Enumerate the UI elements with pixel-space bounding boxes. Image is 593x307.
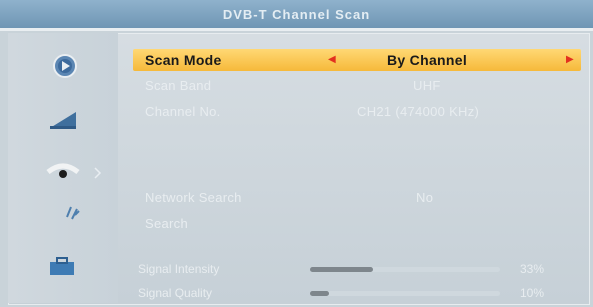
right-arrow-icon[interactable]: ▶ (566, 54, 574, 65)
channel-no-value: CH21 (474000 KHz) (357, 104, 480, 119)
network-search-value: No (416, 190, 434, 205)
sparkle-icon[interactable] (63, 203, 83, 223)
menu-row-search[interactable]: Search (133, 213, 581, 235)
left-arrow-icon[interactable]: ◀ (328, 54, 336, 65)
signal-quality-fill (310, 291, 329, 296)
signal-intensity-bar (310, 267, 500, 272)
window-title: DVB-T Channel Scan (222, 7, 371, 22)
signal-intensity-value: 33% (520, 262, 545, 276)
toolbox-icon[interactable] (47, 255, 77, 277)
menu-row-network-search[interactable]: Network Search No (133, 187, 581, 209)
eye-icon[interactable] (45, 160, 105, 186)
scan-band-label: Scan Band (145, 78, 212, 93)
title-bar: DVB-T Channel Scan (0, 0, 593, 31)
signal-quality-bar (310, 291, 500, 296)
play-icon[interactable] (52, 53, 78, 79)
menu-row-scan-band[interactable]: Scan Band UHF (133, 75, 581, 97)
picture-icon[interactable] (48, 108, 78, 130)
menu-row-scan-mode[interactable]: Scan Mode ◀ By Channel ▶ (133, 49, 581, 71)
signal-intensity-label: Signal Intensity (138, 262, 220, 276)
signal-quality-label: Signal Quality (138, 286, 213, 300)
scan-band-value: UHF (413, 78, 441, 93)
menu-row-channel-no[interactable]: Channel No. CH21 (474000 KHz) (133, 101, 581, 123)
search-label: Search (145, 216, 188, 231)
network-search-label: Network Search (145, 190, 242, 205)
scan-mode-value: By Channel (387, 52, 468, 68)
signal-intensity-fill (310, 267, 373, 272)
channel-no-label: Channel No. (145, 104, 221, 119)
scan-mode-label: Scan Mode (145, 52, 222, 68)
signal-quality-value: 10% (520, 286, 545, 300)
